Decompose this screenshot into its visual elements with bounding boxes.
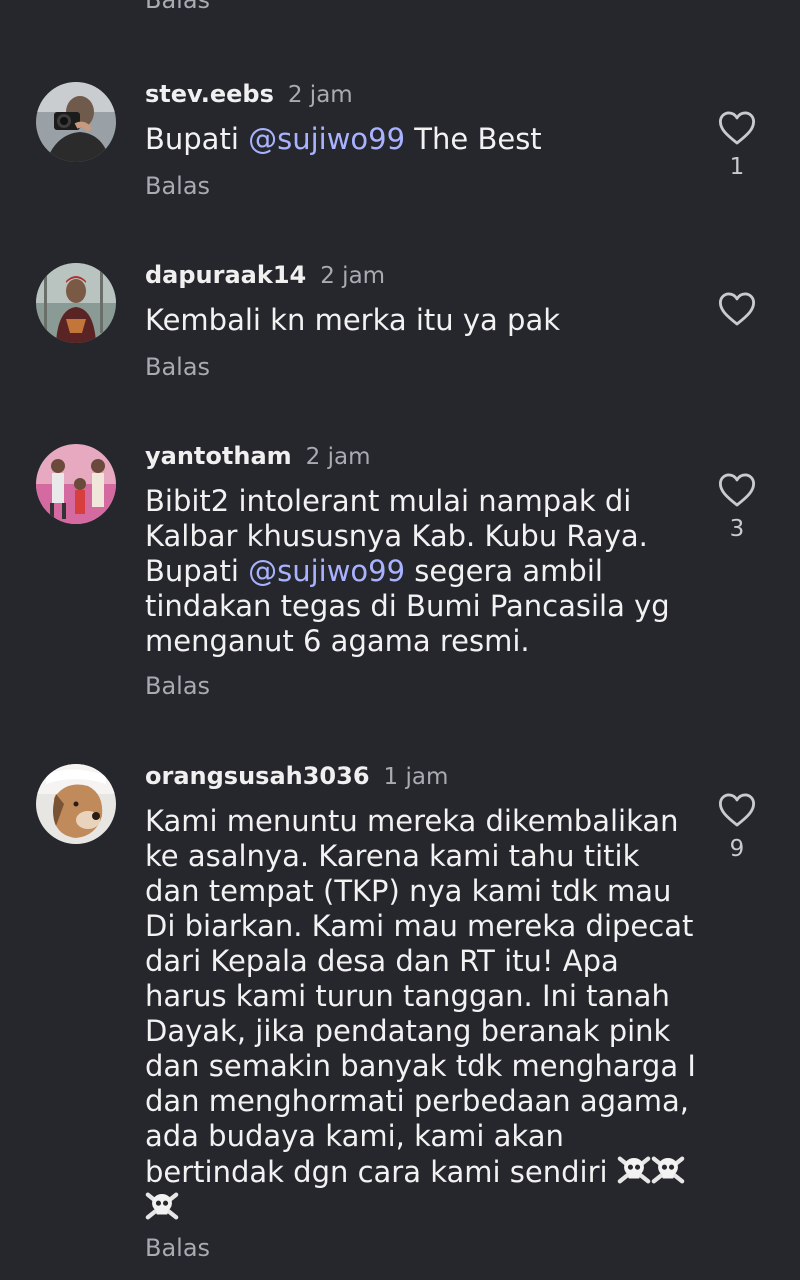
- comment-item: orangsusah3036 1 jam Kami menuntu mereka …: [0, 762, 800, 1272]
- comment-text-part: Kami menuntu mereka dikembalikan ke asal…: [145, 804, 696, 1189]
- like-control: 3: [714, 472, 760, 542]
- comment-text: Bibit2 intolerant mulai nampak di Kalbar…: [145, 484, 700, 659]
- comment-item: yantotham 2 jam Bibit2 intolerant mulai n…: [0, 442, 800, 712]
- like-count: 9: [729, 836, 745, 862]
- skull-crossbones-icon: [145, 1192, 179, 1220]
- comment-meta: stev.eebs 2 jam: [145, 80, 353, 108]
- username[interactable]: dapuraak14: [145, 261, 306, 289]
- family-photo-avatar-icon: [36, 444, 116, 524]
- heart-icon[interactable]: [718, 291, 756, 327]
- heart-icon[interactable]: [718, 792, 756, 828]
- skull-crossbones-icon: [651, 1156, 685, 1184]
- reply-button[interactable]: Balas: [145, 1234, 210, 1262]
- reply-button[interactable]: Balas: [145, 672, 210, 700]
- comment-meta: dapuraak14 2 jam: [145, 261, 385, 289]
- mention-link[interactable]: @sujiwo99: [248, 554, 405, 588]
- reply-button[interactable]: Balas: [145, 172, 210, 200]
- username[interactable]: stev.eebs: [145, 80, 274, 108]
- user-avatar[interactable]: [36, 263, 116, 343]
- timestamp: 2 jam: [320, 263, 386, 289]
- comment-text-part: Bupati: [145, 122, 249, 156]
- like-count: 3: [729, 516, 745, 542]
- comment-meta: orangsusah3036 1 jam: [145, 762, 448, 790]
- timestamp: 1 jam: [383, 764, 449, 790]
- username[interactable]: orangsusah3036: [145, 762, 370, 790]
- heart-icon[interactable]: [718, 110, 756, 146]
- user-avatar[interactable]: [36, 444, 116, 524]
- comment-text-part: The Best: [405, 122, 542, 156]
- skull-crossbones-icon: [617, 1156, 651, 1184]
- user-avatar[interactable]: [36, 82, 116, 162]
- comment-meta: yantotham 2 jam: [145, 442, 371, 470]
- like-count: 1: [729, 154, 745, 180]
- user-avatar[interactable]: [36, 764, 116, 844]
- comment-text: Kembali kn merka itu ya pak: [145, 303, 561, 337]
- heart-icon[interactable]: [718, 472, 756, 508]
- like-control: [714, 291, 760, 335]
- comments-sheet: Balas stev.eebs 2 jam Bupati @sujiwo99 Th…: [0, 0, 800, 1280]
- timestamp: 2 jam: [287, 82, 353, 108]
- camera-person-avatar-icon: [36, 82, 116, 162]
- mention-link[interactable]: @sujiwo99: [248, 122, 405, 156]
- like-control: 1: [714, 110, 760, 180]
- dog-avatar-icon: [36, 764, 116, 844]
- comment-text: Kami menuntu mereka dikembalikan ke asal…: [145, 804, 700, 1226]
- username[interactable]: yantotham: [145, 442, 292, 470]
- timestamp: 2 jam: [305, 444, 371, 470]
- comment-text: Bupati @sujiwo99 The Best: [145, 122, 700, 157]
- reply-button[interactable]: Balas: [145, 0, 210, 14]
- person-outdoors-avatar-icon: [36, 263, 116, 343]
- reply-button[interactable]: Balas: [145, 353, 210, 381]
- like-control: 9: [714, 792, 760, 862]
- comment-item: stev.eebs 2 jam Bupati @sujiwo99 The Best…: [0, 80, 800, 210]
- comment-item: dapuraak14 2 jam Kembali kn merka itu ya …: [0, 261, 800, 391]
